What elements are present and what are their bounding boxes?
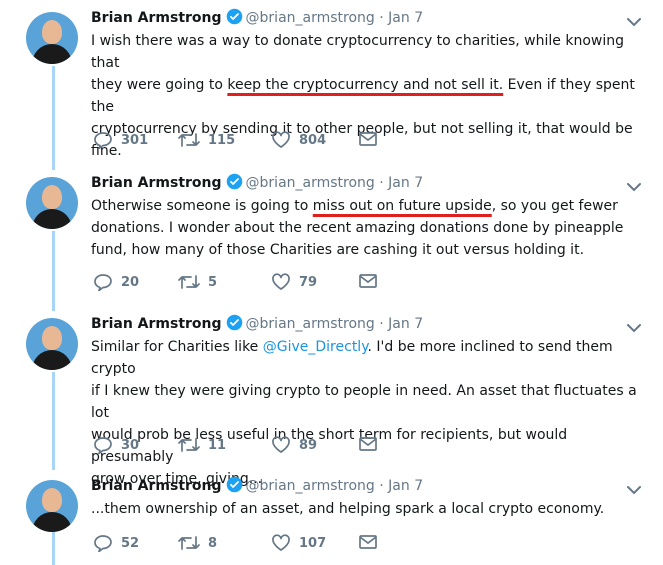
like-button[interactable]: 804 xyxy=(271,131,326,149)
tweet[interactable]: Brian Armstrong @brian_armstrong · Jan 7 … xyxy=(0,2,663,162)
chevron-down-icon[interactable] xyxy=(626,318,642,337)
tweet-text: ...them ownership of an asset, and helpi… xyxy=(91,498,651,520)
chevron-down-icon[interactable] xyxy=(626,177,642,196)
verified-badge-icon xyxy=(226,476,243,497)
envelope-icon xyxy=(358,131,386,147)
author-handle[interactable]: @brian_armstrong xyxy=(246,10,375,26)
author-name[interactable]: Brian Armstrong xyxy=(91,478,222,494)
author-handle[interactable]: @brian_armstrong xyxy=(246,175,375,191)
retweet-button[interactable]: 11 xyxy=(178,436,226,454)
reply-count: 52 xyxy=(121,535,140,551)
tweet[interactable]: Brian Armstrong @brian_armstrong · Jan 7 … xyxy=(0,308,663,487)
tweet-text: Otherwise someone is going to miss out o… xyxy=(91,195,651,261)
verified-badge-icon xyxy=(226,314,243,335)
retweet-count: 5 xyxy=(208,274,218,290)
heart-icon xyxy=(271,273,299,291)
retweet-count: 11 xyxy=(208,437,227,453)
dm-button[interactable] xyxy=(358,273,386,289)
tweet-date[interactable]: Jan 7 xyxy=(388,10,423,26)
retweet-icon xyxy=(178,273,208,291)
dm-button[interactable] xyxy=(358,436,386,452)
chevron-down-icon[interactable] xyxy=(626,12,642,31)
tweet-text-part: Otherwise someone is going to xyxy=(91,198,313,214)
reply-icon xyxy=(93,131,121,149)
like-count: 804 xyxy=(299,132,327,148)
tweet-actions: 20 5 79 xyxy=(93,273,393,293)
tweet-actions: 301 115 804 xyxy=(93,131,393,151)
tweet-header: Brian Armstrong @brian_armstrong · Jan 7 xyxy=(91,476,423,497)
reply-count: 20 xyxy=(121,274,140,290)
like-button[interactable]: 79 xyxy=(271,273,317,291)
dm-button[interactable] xyxy=(358,534,386,550)
tweet-actions: 52 8 107 xyxy=(93,534,393,554)
separator-dot: · xyxy=(379,10,384,26)
mention-link[interactable]: @Give_Directly xyxy=(263,339,368,355)
author-name[interactable]: Brian Armstrong xyxy=(91,316,222,332)
tweet-header: Brian Armstrong @brian_armstrong · Jan 7 xyxy=(91,173,423,194)
like-button[interactable]: 89 xyxy=(271,436,317,454)
like-count: 89 xyxy=(299,437,318,453)
separator-dot: · xyxy=(379,478,384,494)
retweet-button[interactable]: 8 xyxy=(178,534,217,552)
tweet-actions: 30 11 89 xyxy=(93,436,393,456)
avatar[interactable] xyxy=(26,318,78,370)
reply-icon xyxy=(93,534,121,552)
tweet[interactable]: Brian Armstrong @brian_armstrong · Jan 7 … xyxy=(0,470,663,565)
tweet-text: Similar for Charities like @Give_Directl… xyxy=(91,336,651,490)
separator-dot: · xyxy=(379,175,384,191)
author-handle[interactable]: @brian_armstrong xyxy=(246,316,375,332)
tweet-date[interactable]: Jan 7 xyxy=(388,175,423,191)
verified-badge-icon xyxy=(226,173,243,194)
avatar[interactable] xyxy=(26,480,78,532)
envelope-icon xyxy=(358,436,386,452)
tweet-text-part: . I'd be more inclined to send them cryp… xyxy=(91,339,637,487)
retweet-icon xyxy=(178,436,208,454)
retweet-button[interactable]: 5 xyxy=(178,273,217,291)
like-count: 107 xyxy=(299,535,327,551)
reply-button[interactable]: 20 xyxy=(93,273,139,291)
retweet-count: 8 xyxy=(208,535,218,551)
author-handle[interactable]: @brian_armstrong xyxy=(246,478,375,494)
heart-icon xyxy=(271,131,299,149)
underlined-phrase: keep the cryptocurrency and not sell it. xyxy=(227,77,504,93)
separator-dot: · xyxy=(379,316,384,332)
underlined-phrase: miss out on future upside xyxy=(312,198,492,214)
tweet-header: Brian Armstrong @brian_armstrong · Jan 7 xyxy=(91,314,423,335)
retweet-icon xyxy=(178,131,208,149)
avatar[interactable] xyxy=(26,177,78,229)
reply-button[interactable]: 301 xyxy=(93,131,148,149)
dm-button[interactable] xyxy=(358,131,386,147)
verified-badge-icon xyxy=(226,8,243,29)
tweet-date[interactable]: Jan 7 xyxy=(388,478,423,494)
tweet-text-part: Similar for Charities like xyxy=(91,339,263,355)
chevron-down-icon[interactable] xyxy=(626,480,642,499)
retweet-icon xyxy=(178,534,208,552)
avatar[interactable] xyxy=(26,12,78,64)
reply-icon xyxy=(93,436,121,454)
tweet-header: Brian Armstrong @brian_armstrong · Jan 7 xyxy=(91,8,423,29)
tweet[interactable]: Brian Armstrong @brian_armstrong · Jan 7 … xyxy=(0,167,663,302)
author-name[interactable]: Brian Armstrong xyxy=(91,10,222,26)
like-count: 79 xyxy=(299,274,318,290)
reply-button[interactable]: 30 xyxy=(93,436,139,454)
tweet-text-part: ...them ownership of an asset, and helpi… xyxy=(91,501,605,517)
reply-count: 30 xyxy=(121,437,140,453)
retweet-button[interactable]: 115 xyxy=(178,131,235,149)
author-name[interactable]: Brian Armstrong xyxy=(91,175,222,191)
like-button[interactable]: 107 xyxy=(271,534,326,552)
reply-icon xyxy=(93,273,121,291)
retweet-count: 115 xyxy=(208,132,236,148)
reply-count: 301 xyxy=(121,132,149,148)
envelope-icon xyxy=(358,273,386,289)
heart-icon xyxy=(271,534,299,552)
reply-button[interactable]: 52 xyxy=(93,534,139,552)
envelope-icon xyxy=(358,534,386,550)
tweet-date[interactable]: Jan 7 xyxy=(388,316,423,332)
heart-icon xyxy=(271,436,299,454)
